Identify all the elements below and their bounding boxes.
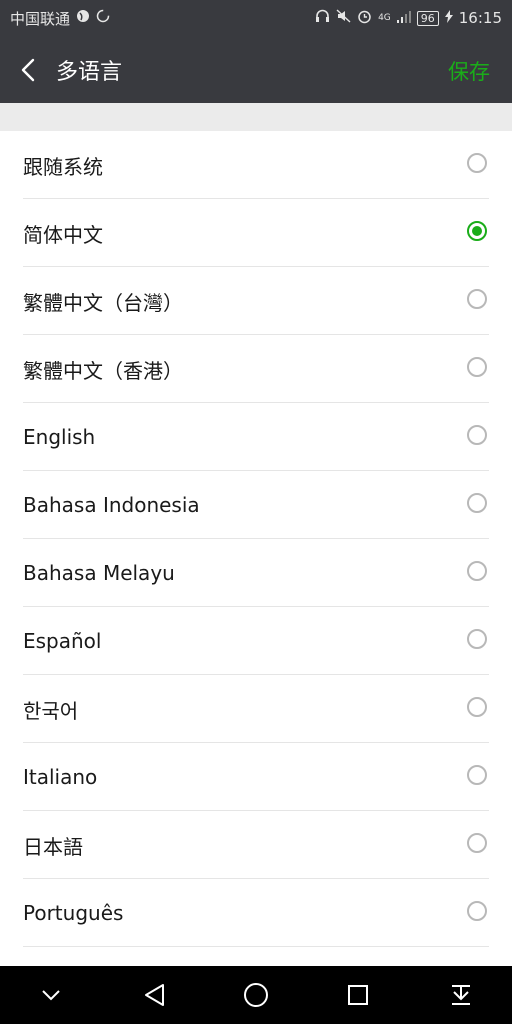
signal-icon (396, 10, 411, 27)
app-bar: 多语言 保存 (0, 36, 512, 103)
radio-button[interactable] (467, 289, 487, 309)
radio-button[interactable] (467, 697, 487, 717)
language-item-japanese[interactable]: 日本語 (0, 811, 512, 879)
charging-icon (444, 9, 453, 27)
loading-icon (96, 9, 110, 27)
battery-level: 96 (416, 10, 439, 26)
language-label: Bahasa Melayu (23, 561, 175, 585)
nav-recents-button[interactable] (328, 966, 388, 1024)
headphones-icon (315, 9, 330, 27)
language-label: 日本語 (23, 834, 83, 859)
language-item-bahasa-indonesia[interactable]: Bahasa Indonesia (0, 471, 512, 539)
status-left: 中国联通 (10, 8, 110, 29)
language-label: Italiano (23, 765, 98, 789)
radio-button[interactable] (467, 629, 487, 649)
radio-button[interactable] (467, 425, 487, 445)
language-label: Bahasa Indonesia (23, 493, 200, 517)
radio-button[interactable] (467, 833, 487, 853)
language-label: 跟随系统 (23, 154, 103, 179)
clock-time: 16:15 (458, 9, 502, 27)
language-item-traditional-chinese-hongkong[interactable]: 繁體中文（香港） (0, 335, 512, 403)
back-button[interactable] (0, 36, 56, 103)
radio-button[interactable] (467, 765, 487, 785)
language-item-simplified-chinese[interactable]: 简体中文 (0, 199, 512, 267)
language-item-follow-system[interactable]: 跟随系统 (0, 131, 512, 199)
language-item-espanol[interactable]: Español (0, 607, 512, 675)
language-item-traditional-chinese-taiwan[interactable]: 繁體中文（台灣） (0, 267, 512, 335)
language-label: 繁體中文（香港） (23, 358, 183, 383)
notification-pull-icon (451, 985, 470, 1005)
nav-home-button[interactable] (226, 966, 286, 1024)
network-type-label: 4G (378, 13, 391, 23)
mute-icon (336, 9, 351, 27)
language-item-portugues[interactable]: Português (0, 879, 512, 947)
language-label: English (23, 425, 96, 449)
language-item-bahasa-melayu[interactable]: Bahasa Melayu (0, 539, 512, 607)
section-spacer (0, 103, 512, 131)
radio-button[interactable] (467, 493, 487, 513)
radio-button[interactable] (467, 561, 487, 581)
nav-notification-button[interactable] (431, 966, 491, 1024)
status-bar: 中国联通 4G 96 16:15 (0, 0, 512, 36)
back-triangle-icon (144, 984, 164, 1006)
radio-button[interactable] (467, 153, 487, 173)
radio-button[interactable] (467, 901, 487, 921)
chevron-left-icon (21, 58, 35, 81)
language-label: 简体中文 (23, 222, 103, 247)
recents-square-icon (348, 985, 369, 1005)
language-label: Português (23, 901, 124, 925)
language-item-italiano[interactable]: Italiano (0, 743, 512, 811)
language-label: Español (23, 629, 102, 653)
home-circle-icon (243, 983, 268, 1007)
radio-button[interactable] (467, 357, 487, 377)
page-title: 多语言 (56, 59, 123, 85)
radio-button-selected[interactable] (467, 221, 487, 241)
status-right: 4G 96 16:15 (315, 9, 502, 28)
language-label: 繁體中文（台灣） (23, 290, 183, 315)
system-nav-bar (0, 966, 512, 1024)
language-item-english[interactable]: English (0, 403, 512, 471)
save-button[interactable]: 保存 (448, 56, 490, 86)
nav-back-button[interactable] (124, 966, 184, 1024)
globe-icon (76, 9, 90, 27)
language-item-korean[interactable]: 한국어 (0, 675, 512, 743)
language-label: 한국어 (23, 698, 79, 723)
chevron-down-icon (42, 990, 60, 1001)
hide-nav-button[interactable] (21, 966, 81, 1024)
language-list: 跟随系统 简体中文 繁體中文（台灣） 繁體中文（香港） English Baha… (0, 131, 512, 947)
alarm-icon (357, 9, 372, 28)
carrier-label: 中国联通 (10, 9, 71, 28)
